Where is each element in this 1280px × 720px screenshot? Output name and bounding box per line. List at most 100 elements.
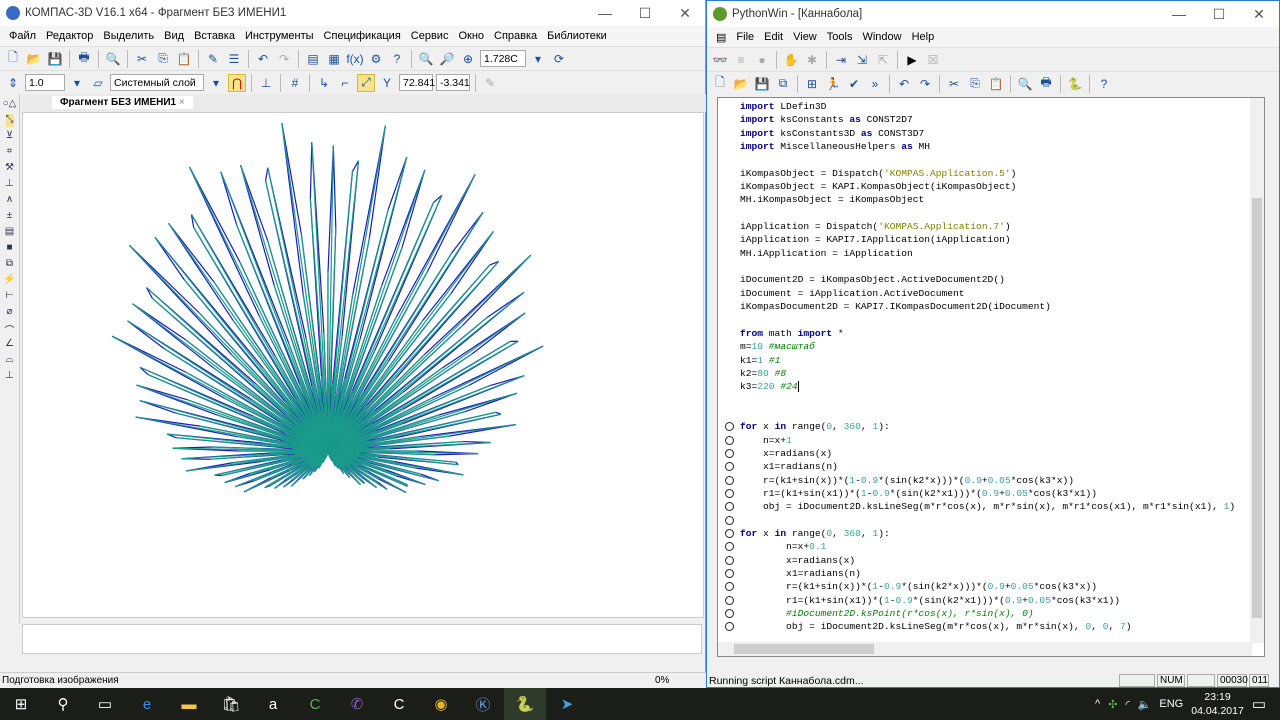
breakpoint-marker-icon[interactable] (725, 462, 734, 472)
maximize-button[interactable]: ☐ (1199, 6, 1239, 23)
save-icon[interactable]: 💾 (46, 50, 64, 68)
code-line[interactable]: obj = iDocument2D.ksLineSeg(m*r*cos(x), … (718, 500, 1235, 513)
library-icon[interactable]: ▦ (325, 50, 343, 68)
diameter-icon[interactable]: ⌀ (6, 306, 12, 319)
menu-item[interactable]: Справка (489, 30, 542, 42)
select-icon[interactable]: ± (7, 210, 13, 223)
chevron-down-icon[interactable]: ▾ (529, 50, 547, 68)
code-line[interactable]: x1=radians(n) (718, 567, 1235, 580)
code-line[interactable] (718, 394, 1235, 407)
close-tab-icon[interactable]: × (179, 97, 185, 108)
menu-item[interactable]: Редактор (41, 30, 98, 42)
open-icon[interactable]: 📂 (25, 50, 43, 68)
menu-item[interactable]: Сервис (406, 30, 454, 42)
code-line[interactable]: r1=(k1+sin(x1))*(1-0.9*(sin(k2*x1)))*(0.… (718, 594, 1235, 607)
horizontal-scrollbar[interactable] (718, 642, 1252, 656)
kompas-taskbar-icon[interactable]: Ⓚ (462, 688, 504, 720)
radius-icon[interactable]: ⌒ (5, 322, 15, 337)
code-line[interactable]: iDocument2D = iKompasObject.ActiveDocume… (718, 273, 1235, 286)
arc-dim-icon[interactable]: ⌓ (6, 354, 14, 367)
edge-icon[interactable]: e (126, 688, 168, 720)
code-line[interactable]: iApplication = Dispatch('KOMPAS.Applicat… (718, 220, 1235, 233)
refresh-icon[interactable]: ⟳ (550, 50, 568, 68)
close-button[interactable]: ✕ (665, 5, 705, 22)
breakpoint-marker-icon[interactable] (725, 569, 734, 579)
code-line[interactable]: obj = iDocument2D.ksLineSeg(m*r*cos(x), … (718, 620, 1235, 633)
linear-dim-icon[interactable]: ⊢ (5, 290, 14, 303)
code-text[interactable]: import LDefin3D import ksConstants as CON… (718, 100, 1235, 634)
chevron-down-icon[interactable]: ▾ (68, 74, 86, 92)
interactive-icon[interactable]: » (866, 75, 884, 93)
stop-icon[interactable]: ✱ (803, 51, 821, 69)
menu-item[interactable]: Спецификация (319, 30, 406, 42)
run-icon[interactable]: ▶ (903, 51, 921, 69)
save-all-icon[interactable]: ⧉ (774, 75, 792, 93)
hammer-icon[interactable]: ⚒ (5, 162, 14, 175)
breakpoint-marker-icon[interactable] (725, 488, 734, 498)
copy-icon[interactable]: ⎘ (154, 50, 172, 68)
chrome-icon[interactable]: ◉ (420, 688, 462, 720)
zoom-in-icon[interactable]: ⊕ (459, 50, 477, 68)
drawing-canvas[interactable] (22, 112, 704, 618)
zoom-window-icon[interactable]: 🔍 (417, 50, 435, 68)
code-line[interactable]: k1=1 #1 (718, 354, 1235, 367)
variables-icon[interactable]: f(x) (346, 50, 364, 68)
start-button[interactable]: ⊞ (0, 688, 42, 720)
volume-icon[interactable]: 🔈 (1138, 698, 1152, 711)
round-icon[interactable]: ⤢ (357, 73, 375, 92)
properties-icon[interactable]: ✎ (204, 50, 222, 68)
edit-icon[interactable]: ⌗ (7, 146, 13, 159)
zoom-dynamic-icon[interactable]: 🔎 (438, 50, 456, 68)
coord-x-field[interactable]: 72.841 (399, 74, 435, 91)
code-line[interactable]: k2=80 #8 (718, 367, 1235, 380)
code-line[interactable]: r=(k1+sin(x))*(1-0.9*(sin(k2*x)))*(0.9+0… (718, 474, 1235, 487)
zoom-field[interactable]: 1.728С (480, 50, 526, 67)
angle-icon[interactable]: ∠ (5, 338, 14, 351)
code-line[interactable]: iKompasDocument2D = KAPI7.IKompasDocumen… (718, 300, 1235, 313)
pythonwin-taskbar-icon[interactable]: 🐍 (504, 688, 546, 720)
document-icon[interactable]: ▤ (711, 31, 731, 44)
breakpoint-marker-icon[interactable] (725, 422, 734, 432)
stack-icon[interactable]: ≡ (732, 51, 750, 69)
breakpoint-marker-icon[interactable] (725, 475, 734, 485)
store-icon[interactable]: 🛍 (210, 688, 252, 720)
geometry-icon[interactable]: ○△ (3, 98, 17, 111)
spec-icon[interactable]: ▤ (5, 226, 14, 239)
menu-item[interactable]: Файл (4, 30, 41, 42)
open-icon[interactable]: 📂 (732, 75, 750, 93)
close-button[interactable]: ✕ (1239, 6, 1279, 23)
menu-item[interactable]: Tools (822, 31, 858, 43)
paste-icon[interactable]: 📋 (175, 50, 193, 68)
app-c2-icon[interactable]: C (378, 688, 420, 720)
code-line[interactable]: x=radians(x) (718, 554, 1235, 567)
code-editor[interactable]: import LDefin3D import ksConstants as CON… (717, 97, 1265, 657)
amazon-icon[interactable]: a (252, 688, 294, 720)
undo-icon[interactable]: ↶ (895, 75, 913, 93)
ortho-mode-icon[interactable]: ⌐ (336, 74, 354, 92)
vertical-scrollbar[interactable] (1250, 98, 1264, 643)
print-icon[interactable]: 🖶 (1037, 75, 1055, 93)
help-pointer-icon[interactable]: ? (388, 50, 406, 68)
code-line[interactable] (718, 514, 1235, 527)
task-view-icon[interactable]: ▭ (84, 688, 126, 720)
coord-y-field[interactable]: -3.341 (436, 74, 470, 91)
symbols-icon[interactable]: ⊻ (6, 130, 13, 143)
close-debugger-icon[interactable]: ☒ (924, 51, 942, 69)
menu-item[interactable]: Выделить (98, 30, 159, 42)
chevron-up-icon[interactable]: ^ (1095, 698, 1100, 710)
copy-icon[interactable]: ⎘ (966, 75, 984, 93)
help-icon[interactable]: ? (1095, 75, 1113, 93)
parametrize-icon[interactable]: ✎ (481, 74, 499, 92)
code-line[interactable]: r1=(k1+sin(x1))*(1-0.9*(sin(k2*x1)))*(0.… (718, 487, 1235, 500)
code-line[interactable]: MH.iApplication = iApplication (718, 247, 1235, 260)
redo-icon[interactable]: ↷ (275, 50, 293, 68)
minimize-button[interactable]: — (1159, 6, 1199, 23)
print-icon[interactable]: 🖶 (75, 50, 93, 68)
document-tab[interactable]: Фрагмент БЕЗ ИМЕНИ1 × (52, 96, 193, 109)
code-line[interactable]: MH.iKompasObject = iKompasObject (718, 193, 1235, 206)
code-line[interactable] (718, 153, 1235, 166)
snap-magnet-icon[interactable]: ⋂ (228, 73, 246, 92)
base-icon[interactable]: ⊥ (5, 370, 14, 383)
cut-icon[interactable]: ✂ (945, 75, 963, 93)
chevron-down-icon[interactable]: ▾ (207, 74, 225, 92)
